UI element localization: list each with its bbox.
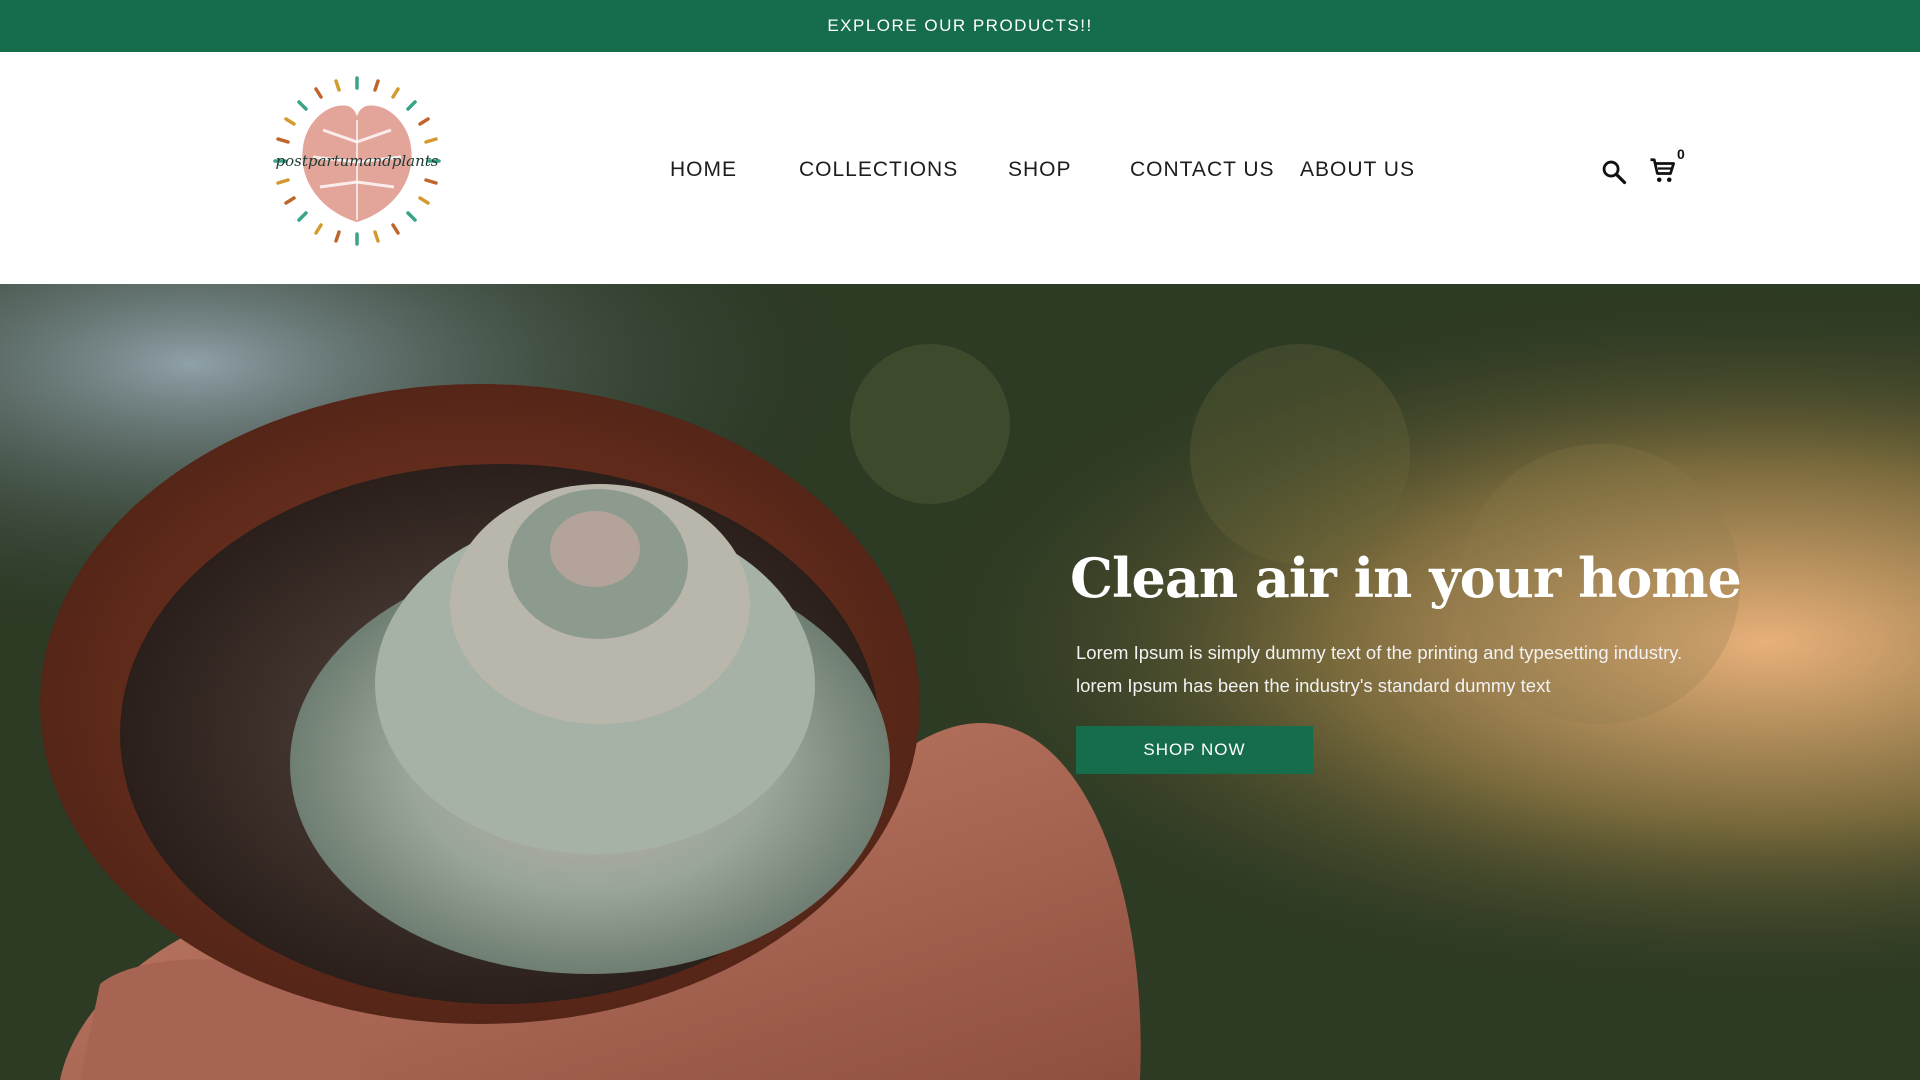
- main-nav: HOME COLLECTIONS SHOP CONTACT US ABOUT U…: [0, 158, 1920, 188]
- cart-count-badge: 0: [1677, 146, 1685, 162]
- cart-icon[interactable]: [1648, 156, 1678, 186]
- site-header: postpartumandplants HOME COLLECTIONS SHO…: [0, 52, 1920, 284]
- nav-collections[interactable]: COLLECTIONS: [799, 158, 958, 182]
- hero-description-line-1: Lorem Ipsum is simply dummy text of the …: [1076, 642, 1683, 663]
- announcement-text: EXPLORE OUR PRODUCTS!!: [827, 16, 1093, 35]
- shop-now-button[interactable]: SHOP NOW: [1076, 726, 1313, 774]
- hero-description: Lorem Ipsum is simply dummy text of the …: [1076, 636, 1756, 702]
- hero-title: Clean air in your home: [1070, 546, 1742, 610]
- announcement-bar: EXPLORE OUR PRODUCTS!!: [0, 0, 1920, 52]
- nav-about-us[interactable]: ABOUT US: [1300, 158, 1415, 182]
- search-icon[interactable]: [1600, 158, 1628, 186]
- nav-home[interactable]: HOME: [670, 158, 737, 182]
- hero-banner: Clean air in your home Lorem Ipsum is si…: [0, 284, 1920, 1080]
- hero-description-line-2: lorem Ipsum has been the industry's stan…: [1076, 675, 1551, 696]
- nav-contact-us[interactable]: CONTACT US: [1130, 158, 1275, 182]
- nav-shop[interactable]: SHOP: [1008, 158, 1072, 182]
